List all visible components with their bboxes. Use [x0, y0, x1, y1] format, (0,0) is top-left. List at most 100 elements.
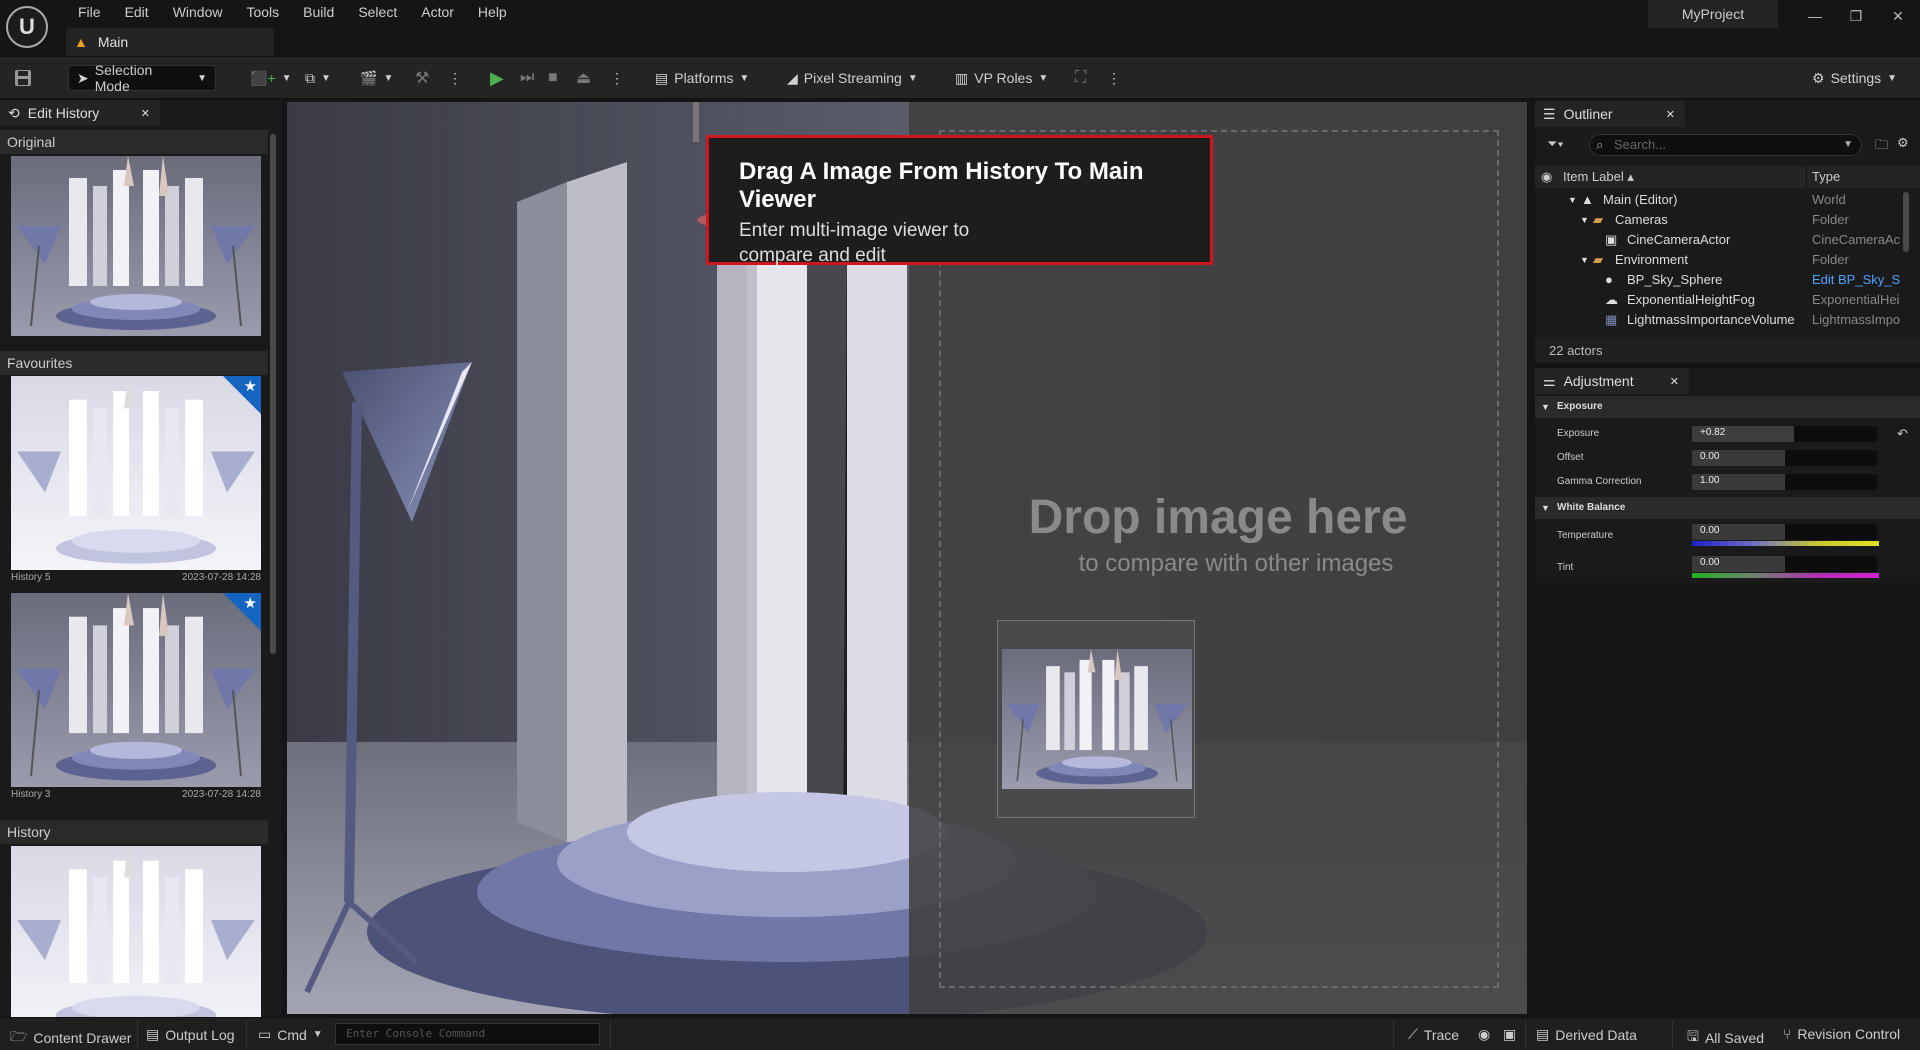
platforms-dropdown[interactable]: ▤ Platforms ▼ — [655, 65, 749, 91]
modes-icon[interactable]: ⚒ — [415, 65, 429, 91]
dragged-image-thumbnail[interactable] — [997, 620, 1195, 818]
eject-icon[interactable]: ⏏ — [576, 65, 591, 91]
exposure-row: Exposure +0.82 ↶ — [1535, 424, 1920, 446]
favourite-thumbnail[interactable]: ★ — [11, 376, 261, 570]
stop-icon[interactable]: ■ — [548, 65, 558, 91]
row-type: World — [1812, 192, 1846, 207]
exposure-section[interactable]: ▼ Exposure — [1535, 396, 1920, 418]
play-icon[interactable]: ▶ — [490, 65, 504, 91]
original-thumbnail[interactable] — [11, 156, 261, 336]
offset-row: Offset 0.00 — [1535, 448, 1920, 470]
blueprint-button[interactable]: ⧉ ▼ — [305, 65, 331, 91]
row-type: ExponentialHei — [1812, 292, 1900, 307]
add-actor-icon: ⬛+ — [250, 69, 276, 86]
row-label: LightmassImportanceVolume — [1627, 312, 1795, 327]
all-saved-button[interactable]: 🖫 All Saved — [1687, 1026, 1764, 1050]
close-icon[interactable]: ✕ — [1666, 108, 1675, 121]
exposure-slider[interactable]: +0.82 — [1692, 426, 1877, 442]
visibility-eye-icon[interactable]: ◉ — [1541, 169, 1552, 185]
step-icon[interactable]: ⏭ — [520, 65, 534, 91]
outliner-tab[interactable]: ☰ Outliner ✕ — [1535, 101, 1685, 127]
search-input[interactable]: ⌕ Search... ▼ — [1589, 134, 1862, 156]
minimize-icon[interactable]: — — [1797, 4, 1833, 28]
favourite-thumbnail[interactable]: ★ — [11, 593, 261, 787]
project-name: MyProject — [1648, 0, 1778, 28]
close-window-icon[interactable]: ✕ — [1880, 4, 1916, 28]
exposure-label: Exposure — [1557, 428, 1600, 439]
expand-arrow-icon[interactable]: ▼ — [1568, 190, 1577, 210]
gamma-slider[interactable]: 1.00 — [1692, 474, 1877, 490]
menu-file[interactable]: File — [66, 3, 113, 21]
menu-build[interactable]: Build — [291, 3, 346, 21]
level-tab-main[interactable]: ▲ Main — [66, 28, 274, 56]
menu-window[interactable]: Window — [161, 3, 235, 21]
close-icon[interactable]: ✕ — [1670, 375, 1679, 388]
selection-mode-dropdown[interactable]: ➤ Selection Mode ▼ — [68, 62, 216, 94]
filter-icon[interactable]: ⏷▾ — [1547, 136, 1564, 152]
menu-edit[interactable]: Edit — [113, 3, 161, 21]
add-folder-icon[interactable]: 🗀 — [1875, 136, 1888, 158]
outliner-row[interactable]: ▼ ▰ Environment Folder — [1535, 250, 1920, 270]
platforms-icon: ▤ — [655, 69, 669, 86]
outliner-row[interactable]: ☁ ExponentialHeightFog ExponentialHei — [1535, 290, 1920, 310]
gear-icon[interactable]: ⚙ — [1897, 135, 1909, 151]
screenshot-icon[interactable]: ▣ — [1503, 1026, 1516, 1043]
trace-button[interactable]: ⟋ Trace — [1408, 1026, 1459, 1043]
content-drawer-button[interactable]: 🗁 Content Drawer — [10, 1026, 131, 1050]
row-label: Environment — [1615, 252, 1688, 267]
tint-slider[interactable]: 0.00 — [1692, 556, 1877, 572]
pixel-streaming-dropdown[interactable]: ◢ Pixel Streaming ▼ — [787, 65, 918, 91]
record-icon[interactable]: ◉ — [1478, 1026, 1490, 1043]
console-command-input[interactable]: Enter Console Command — [335, 1023, 600, 1045]
expand-arrow-icon[interactable]: ▼ — [1580, 210, 1589, 230]
more-options-icon[interactable]: ⋮ — [1107, 65, 1121, 91]
cinematics-button[interactable]: 🎬 ▼ — [360, 65, 393, 91]
row-label: CineCameraActor — [1627, 232, 1731, 247]
menu-select[interactable]: Select — [346, 3, 409, 21]
vp-roles-label: VP Roles — [974, 70, 1033, 86]
outliner-scrollbar[interactable] — [1903, 192, 1909, 252]
vp-roles-dropdown[interactable]: ▥ VP Roles ▼ — [955, 65, 1048, 91]
cmd-dropdown[interactable]: ▭ Cmd ▼ — [258, 1026, 323, 1043]
menu-help[interactable]: Help — [466, 3, 519, 21]
history-scrollbar[interactable] — [270, 134, 276, 654]
offset-slider[interactable]: 0.00 — [1692, 450, 1877, 466]
outliner-row[interactable]: ▼ ▰ Cameras Folder — [1535, 210, 1920, 230]
play-options-icon[interactable]: ⋮ — [610, 65, 624, 91]
tint-row: Tint 0.00 — [1535, 554, 1920, 584]
type-column[interactable]: Type — [1812, 169, 1840, 184]
chevron-down-icon: ▼ — [281, 72, 292, 84]
expand-arrow-icon[interactable]: ▼ — [1580, 250, 1589, 270]
outliner-row[interactable]: ● BP_Sky_Sphere Edit BP_Sky_S — [1535, 270, 1920, 290]
item-label-column[interactable]: Item Label ▴ — [1563, 169, 1634, 185]
trace-label: Trace — [1423, 1026, 1460, 1043]
white-balance-section[interactable]: ▼ White Balance — [1535, 497, 1920, 519]
close-icon[interactable]: ✕ — [141, 107, 150, 120]
drop-subtitle: to compare with other images — [1078, 550, 1394, 577]
revision-control-button[interactable]: ⑂ Revision Control — [1783, 1026, 1900, 1042]
menu-tools[interactable]: Tools — [234, 3, 291, 21]
history-timestamp: 2023-07-28 14:28 — [182, 572, 261, 583]
edit-blueprint-link[interactable]: Edit BP_Sky_S — [1812, 270, 1904, 290]
search-icon: ⌕ — [1596, 137, 1604, 152]
derived-data-label: Derived Data — [1555, 1026, 1637, 1043]
settings-dropdown[interactable]: ⚙ Settings ▼ — [1812, 65, 1897, 91]
add-actor-button[interactable]: ⬛+ ▼ — [250, 65, 292, 91]
more-options-icon[interactable]: ⋮ — [448, 65, 462, 91]
menu-actor[interactable]: Actor — [409, 3, 466, 21]
outliner-row[interactable]: ▦ LightmassImportanceVolume LightmassImp… — [1535, 310, 1920, 328]
temperature-slider[interactable]: 0.00 — [1692, 524, 1877, 540]
unreal-logo-icon[interactable]: U — [6, 6, 48, 48]
reset-icon[interactable]: ↶ — [1897, 426, 1908, 442]
output-log-button[interactable]: ▤ Output Log — [146, 1026, 235, 1043]
virtual-scouting-icon[interactable]: ⛶ — [1075, 65, 1086, 91]
save-icon[interactable] — [14, 65, 32, 91]
history-thumbnail[interactable] — [11, 846, 261, 1017]
outliner-row[interactable]: ▼ ▲ Main (Editor) World — [1535, 190, 1920, 210]
derived-data-button[interactable]: ▤ Derived Data — [1536, 1026, 1637, 1043]
edit-history-tab[interactable]: ⟲ Edit History ✕ — [0, 100, 160, 126]
outliner-row[interactable]: ▣ CineCameraActor CineCameraAc — [1535, 230, 1920, 250]
offset-value: 0.00 — [1700, 451, 1720, 462]
adjustment-tab[interactable]: ⚌ Adjustment ✕ — [1535, 368, 1689, 394]
restore-icon[interactable]: ❐ — [1838, 4, 1874, 28]
